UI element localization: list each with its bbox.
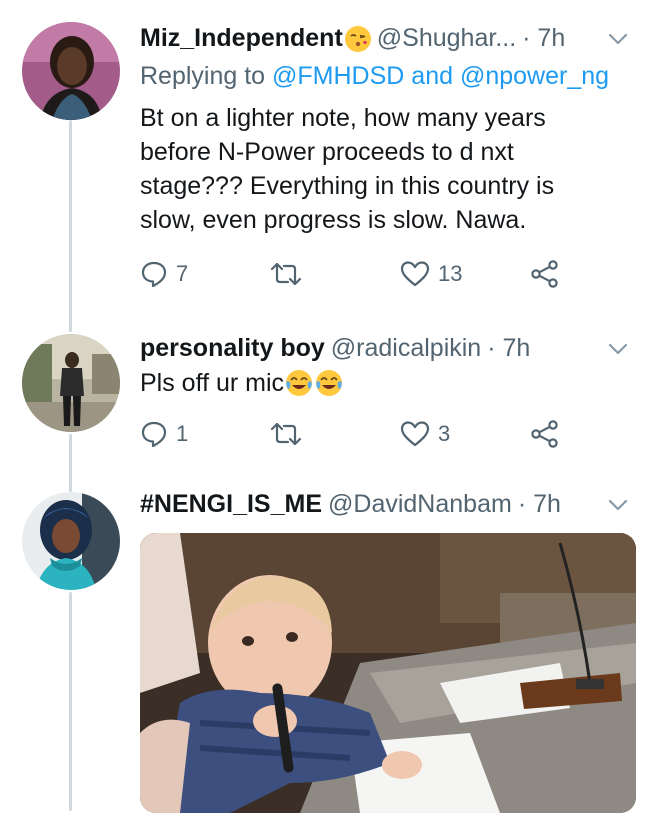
like-count: 13: [438, 261, 463, 286]
share-button[interactable]: [530, 260, 560, 288]
retweet-button[interactable]: [270, 420, 400, 448]
like-count: 3: [438, 421, 451, 446]
replying-to-and: and: [411, 62, 454, 90]
kissing-face-icon: [344, 25, 371, 52]
display-name[interactable]: personality boy: [140, 334, 325, 363]
reply-count: 7: [176, 261, 189, 286]
tears-of-joy-icon: [285, 369, 313, 397]
chevron-down-icon[interactable]: [605, 336, 631, 362]
timestamp[interactable]: · 7h: [487, 334, 530, 363]
tweet-header: personality boy @radicalpikin · 7h: [140, 334, 530, 363]
timestamp[interactable]: · 7h: [518, 490, 561, 519]
replying-to-label: Replying to: [140, 62, 266, 90]
tweet-header: Miz_Independent @Shughar... · 7h: [140, 24, 565, 53]
reply-button[interactable]: 7: [140, 260, 270, 288]
tweet-text-line: slow, even progress is slow. Nawa.: [140, 206, 527, 234]
tweet-1[interactable]: Miz_Independent @Shughar... · 7h Replyin…: [0, 0, 657, 330]
tweet-2[interactable]: personality boy @radicalpikin · 7h Pls o…: [0, 330, 657, 488]
retweet-button[interactable]: [270, 260, 400, 288]
reply-icon: [141, 421, 167, 448]
retweet-icon: [270, 422, 302, 446]
mention-link[interactable]: @FMHDSD: [272, 62, 404, 90]
tweet-media-image[interactable]: [140, 533, 636, 813]
tweet-text-line: stage??? Everything in this country is: [140, 172, 555, 200]
chevron-down-icon[interactable]: [605, 26, 631, 52]
display-name[interactable]: #NENGI_IS_ME: [140, 490, 322, 519]
user-handle[interactable]: @Shughar...: [377, 24, 516, 53]
heart-icon: [400, 421, 430, 447]
user-handle[interactable]: @DavidNanbam: [328, 490, 512, 519]
tweet-text-line: before N-Power proceeds to d nxt: [140, 138, 514, 166]
replying-to: Replying to @FMHDSD and @npower_ng: [140, 62, 609, 91]
tweet-text: Bt on a lighter note, how many years bef…: [140, 101, 600, 237]
share-icon: [531, 260, 558, 288]
tweet-text-line: Pls off ur mic: [140, 369, 285, 397]
reply-count: 1: [176, 421, 189, 446]
heart-icon: [400, 261, 430, 287]
mention-link[interactable]: @npower_ng: [460, 62, 609, 90]
avatar[interactable]: [22, 492, 120, 590]
reply-icon: [141, 261, 167, 288]
user-handle[interactable]: @radicalpikin: [331, 334, 481, 363]
like-button[interactable]: 13: [400, 260, 530, 288]
avatar[interactable]: [22, 22, 120, 120]
avatar[interactable]: [22, 334, 120, 432]
tears-of-joy-icon: [315, 369, 343, 397]
tweet-text-line: Bt on a lighter note, how many years: [140, 104, 546, 132]
retweet-icon: [270, 262, 302, 286]
timestamp[interactable]: · 7h: [522, 24, 565, 53]
like-button[interactable]: 3: [400, 420, 530, 448]
chevron-down-icon[interactable]: [605, 492, 631, 518]
share-icon: [531, 420, 558, 448]
display-name[interactable]: Miz_Independent: [140, 24, 343, 53]
tweet-actions: 1 3: [140, 420, 560, 448]
share-button[interactable]: [530, 420, 560, 448]
tweet-header: #NENGI_IS_ME @DavidNanbam · 7h: [140, 490, 561, 519]
tweet-actions: 7 13: [140, 260, 560, 288]
tweet-text: Pls off ur mic: [140, 366, 600, 400]
reply-button[interactable]: 1: [140, 420, 270, 448]
